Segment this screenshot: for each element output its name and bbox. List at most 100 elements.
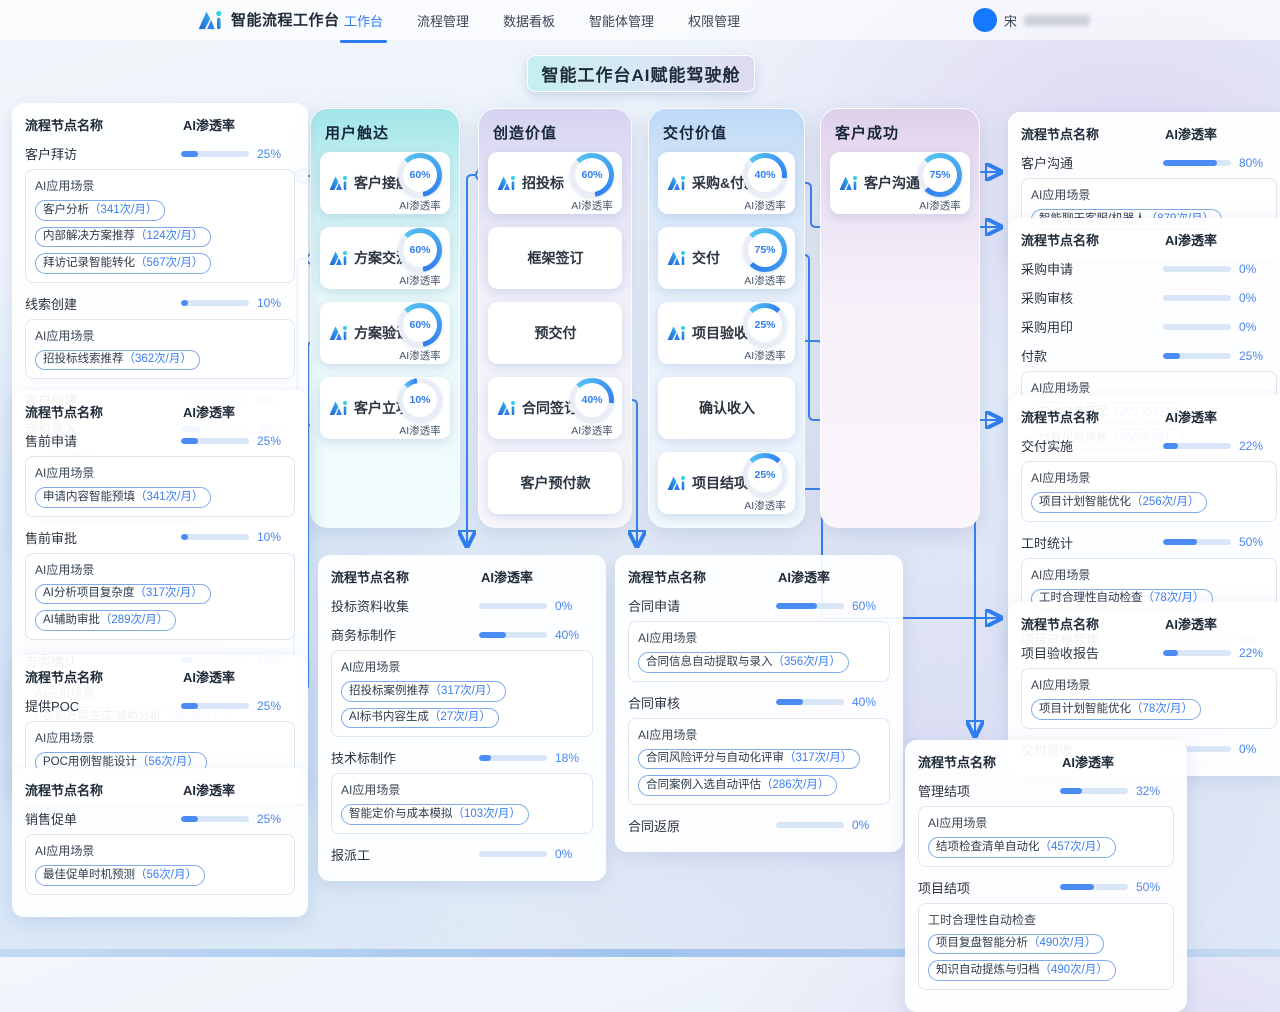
ai-scene-tags: 项目计划智能优化（256次/月） [1031,492,1267,513]
stage-column-2: 创造价值招投标60%AI渗透率框架签订预交付合同签订40%AI渗透率客户预付款 [478,108,632,528]
user-avatar[interactable] [973,8,997,32]
ai-scene-tags: AI分析项目复杂度（317次/月）AI辅助审批（289次/月） [35,584,285,631]
ai-node-icon [329,400,349,416]
ai-scene-tag: 申请内容智能预填（341次/月） [35,487,211,508]
node-name: 预交付 [535,323,577,343]
header-rate-col: AI渗透率 [183,780,295,799]
penetration-bar-fill [181,151,198,157]
nav-item-4[interactable]: 智能体管理 [587,7,656,34]
ai-scene-tag: 最佳促单时机预测（56次/月） [35,865,205,886]
ai-scene-tags: 智能定价与成本模拟（103次/月） [341,804,583,825]
penetration-percent: 25% [249,699,295,713]
node-card[interactable]: 客户立项10%AI渗透率 [320,377,450,439]
ai-scene-box: AI应用场景最佳促单时机预测（56次/月） [25,834,295,895]
gauge-block: 25%AI渗透率 [743,303,787,363]
gauge-block: 60%AI渗透率 [398,153,442,213]
node-card[interactable]: 框架签订 [488,227,622,289]
tag-count: （567次/月） [135,256,203,272]
penetration-bar [1163,539,1231,545]
ai-scene-label: AI应用场景 [638,726,880,743]
node-card-left: 采购&付款 [667,173,743,193]
penetration-bar [1163,443,1231,449]
nav-item-2[interactable]: 流程管理 [415,7,471,34]
process-row: 客户沟通80% [1021,153,1277,172]
gauge-percent: 60% [403,158,437,192]
node-card[interactable]: 方案验证60%AI渗透率 [320,302,450,364]
detail-panel-E: 流程节点名称AI渗透率投标资料收集0%商务标制作40%AI应用场景招投标案例推荐… [318,555,606,881]
node-name: 交付 [692,248,720,268]
node-name: 客户预付款 [521,473,591,493]
penetration-bar [776,822,844,828]
process-row: 工时统计50% [1021,533,1277,552]
penetration-gauge: 25% [743,303,787,347]
node-card[interactable]: 交付75%AI渗透率 [658,227,795,289]
penetration-percent: 25% [1231,349,1277,363]
node-card[interactable]: 合同签订40%AI渗透率 [488,377,622,439]
penetration-gauge: 75% [918,153,962,197]
node-card[interactable]: 采购&付款40%AI渗透率 [658,152,795,214]
node-card[interactable]: 确认收入 [658,377,795,439]
process-row: 商务标制作40% [331,625,593,644]
penetration-gauge: 40% [570,378,614,422]
nav-item-3[interactable]: 数据看板 [501,7,557,34]
penetration-bar-fill [1060,788,1082,794]
process-node-name: 合同返原 [628,816,776,835]
node-card[interactable]: 项目验收25%AI渗透率 [658,302,795,364]
process-row: 合同申请60% [628,596,890,615]
tag-count: （289次/月） [100,613,168,629]
detail-panel-D: 流程节点名称AI渗透率销售促单25%AI应用场景最佳促单时机预测（56次/月） [12,768,308,917]
process-row: 项目结项50% [918,878,1174,897]
header-node-col: 流程节点名称 [1021,407,1165,426]
penetration-gauge: 60% [398,303,442,347]
process-row: 管理结项32% [918,781,1174,800]
node-card[interactable]: 方案交流60%AI渗透率 [320,227,450,289]
penetration-bar [1060,788,1128,794]
ai-scene-tags: 合同信息自动提取与录入（356次/月） [638,652,880,673]
ai-scene-tag: 内部解决方案推荐（124次/月） [35,227,211,248]
tag-count: （362次/月） [124,352,192,368]
node-card[interactable]: 客户沟通75%AI渗透率 [830,152,970,214]
penetration-bar [181,438,249,444]
tag-count: （103次/月） [453,807,521,823]
process-node-name: 项目验收报告 [1021,643,1163,662]
penetration-bar-fill [1163,539,1197,545]
node-card[interactable]: 预交付 [488,302,622,364]
penetration-bar-fill [1163,353,1180,359]
header-rate-col: AI渗透率 [481,567,593,586]
gauge-percent: 60% [403,233,437,267]
penetration-percent: 0% [1231,742,1277,756]
nav-item-5[interactable]: 权限管理 [686,7,742,34]
node-card[interactable]: 客户预付款 [488,452,622,514]
ai-scene-box: AI应用场景智能定价与成本模拟（103次/月） [331,773,593,834]
node-name: 客户沟通 [864,173,920,193]
ai-scene-label: AI应用场景 [1031,186,1267,203]
penetration-bar [181,300,249,306]
gauge-percent: 75% [748,233,782,267]
node-name: 确认收入 [699,398,755,418]
penetration-percent: 0% [547,599,593,613]
node-card-left: 方案交流 [329,248,398,268]
gauge-percent: 60% [575,158,609,192]
penetration-bar [181,703,249,709]
nav-item-1[interactable]: 工作台 [342,7,385,34]
node-card[interactable]: 项目结项25%AI渗透率 [658,452,795,514]
node-card[interactable]: 招投标60%AI渗透率 [488,152,622,214]
ai-scene-label: AI应用场景 [35,729,285,746]
process-node-name: 技术标制作 [331,748,479,767]
gauge-label: AI渗透率 [744,498,785,513]
gauge-percent: 40% [748,158,782,192]
penetration-bar [776,699,844,705]
node-card[interactable]: 客户接触60%AI渗透率 [320,152,450,214]
gauge-block: 40%AI渗透率 [743,153,787,213]
gauge-percent: 60% [403,308,437,342]
ai-scene-tags: 申请内容智能预填（341次/月） [35,487,285,508]
process-row: 销售促单25% [25,809,295,828]
ai-scene-tag: 结项检查清单自动化（457次/月） [928,837,1116,858]
nav-menu: 工作台 流程管理 数据看板 智能体管理 权限管理 [342,0,742,40]
ai-scene-label: AI应用场景 [35,561,285,578]
process-row: 采购用印0% [1021,317,1277,336]
user-account[interactable]: 宋 [973,8,1090,32]
penetration-bar [479,755,547,761]
app-title: 智能流程工作台 [231,9,340,30]
ai-scene-tag: 项目计划智能优化（256次/月） [1031,492,1207,513]
